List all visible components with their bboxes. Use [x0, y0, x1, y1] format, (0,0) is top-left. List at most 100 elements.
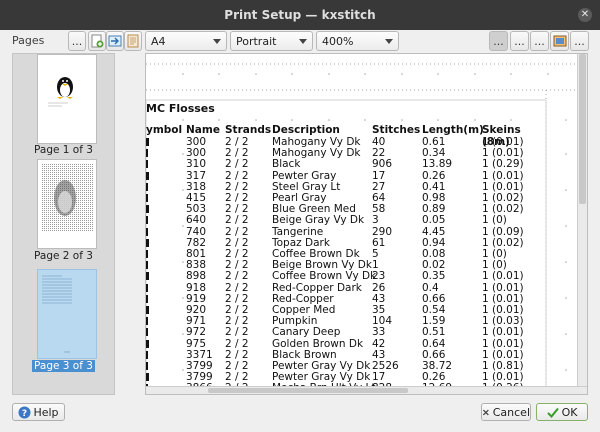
- table-cell: 1 (0.02): [482, 203, 524, 216]
- cancel-label: Cancel: [492, 405, 530, 419]
- table-cell: 1 (0): [482, 259, 507, 272]
- cancel-button[interactable]: Cancel: [481, 403, 531, 421]
- add-page-button[interactable]: [88, 31, 106, 51]
- horizontal-scrollbar[interactable]: [146, 386, 587, 394]
- table-cell: 0.66: [422, 348, 446, 361]
- table-cell: 1 (0.01): [482, 371, 524, 384]
- element-options-button-2[interactable]: ...: [530, 31, 549, 51]
- symbol-glyph: [146, 216, 148, 225]
- vertical-scrollbar[interactable]: [577, 54, 587, 387]
- table-cell: 975: [186, 337, 207, 350]
- page-thumbnail-2[interactable]: [37, 159, 97, 249]
- symbol-glyph: [146, 205, 149, 214]
- table-cell: 1 (0.01): [482, 337, 524, 350]
- title-bar: Print Setup — kxstitch ✕: [0, 0, 600, 30]
- table-cell: 0.41: [422, 180, 446, 193]
- table-cell: 1 (0.29): [482, 158, 524, 171]
- zoom-select[interactable]: 400%: [316, 31, 399, 51]
- paper-size-select[interactable]: A4: [145, 31, 227, 51]
- col-header-length: Length(m): [422, 124, 484, 136]
- table-cell: 61: [372, 236, 386, 249]
- table-cell: 5: [372, 248, 379, 260]
- table-cell: 1 (0.01): [482, 147, 524, 160]
- table-cell: 1 (0): [482, 248, 507, 260]
- col-header-description: Description: [272, 124, 340, 136]
- table-cell: 1 (0.01): [482, 326, 524, 339]
- col-header-symbol: ymbol: [146, 124, 183, 136]
- close-window-button[interactable]: ✕: [578, 8, 592, 22]
- table-cell: 2 / 2: [225, 259, 249, 272]
- help-icon: ?: [18, 406, 31, 419]
- symbol-glyph: [146, 149, 148, 158]
- page-options-button[interactable]: ...: [68, 31, 86, 51]
- table-cell: 0.26: [422, 371, 446, 384]
- insert-image-button[interactable]: [550, 31, 569, 51]
- table-cell: 2 / 2: [225, 315, 249, 328]
- symbol-glyph: [146, 350, 148, 359]
- page-properties-button[interactable]: [124, 31, 142, 51]
- insert-page-button[interactable]: [106, 31, 124, 51]
- symbol-glyph: [146, 171, 149, 180]
- table-cell: Coffee Brown Vy Dk: [272, 270, 377, 283]
- chevron-down-icon: [213, 39, 221, 44]
- symbol-glyph: [146, 328, 148, 337]
- symbol-glyph: [146, 373, 149, 382]
- page-label-3-text: Page 3 of 3: [32, 360, 95, 372]
- table-cell: Red-Copper: [272, 292, 334, 305]
- table-cell: Pewter Gray Vy Dk: [272, 360, 371, 372]
- symbol-glyph: [146, 339, 149, 348]
- horizontal-scroll-thumb[interactable]: [208, 388, 408, 393]
- checkmark-icon: [546, 407, 559, 418]
- table-cell: 1 (0.02): [482, 236, 524, 249]
- table-cell: 2 / 2: [225, 348, 249, 361]
- page-thumbnail-3[interactable]: [37, 269, 97, 359]
- element-options-button-1[interactable]: ...: [510, 31, 529, 51]
- table-cell: Topaz Dark: [272, 236, 330, 249]
- table-cell: 35: [372, 304, 386, 316]
- table-cell: 2 / 2: [225, 248, 249, 260]
- table-cell: 3: [372, 214, 379, 227]
- image-icon: [553, 35, 566, 47]
- element-options-button-3[interactable]: ...: [570, 31, 589, 51]
- table-cell: 0.66: [422, 292, 446, 305]
- symbol-glyph: [146, 283, 148, 292]
- table-cell: 1 (0.01): [482, 180, 524, 193]
- help-button[interactable]: ? Help: [12, 403, 65, 421]
- symbol-glyph: [146, 294, 148, 303]
- table-cell: 1 (0.01): [482, 136, 524, 148]
- symbol-glyph: [146, 160, 148, 169]
- orientation-select[interactable]: Portrait: [230, 31, 313, 51]
- table-cell: 2 / 2: [225, 147, 249, 160]
- table-cell: 972: [186, 326, 207, 339]
- table-cell: 503: [186, 203, 207, 216]
- table-cell: 0.02: [422, 259, 446, 272]
- table-cell: 22: [372, 147, 386, 160]
- table-cell: Mahogany Vy Dk: [272, 147, 361, 160]
- cancel-icon: [482, 409, 489, 415]
- svg-text:?: ?: [22, 409, 27, 419]
- table-cell: 1 (0.01): [482, 304, 524, 316]
- table-cell: 23: [372, 270, 386, 283]
- table-cell: 2 / 2: [225, 136, 249, 148]
- ok-button[interactable]: OK: [536, 403, 588, 421]
- page-label-2: Page 2 of 3: [34, 250, 93, 262]
- table-cell: 2 / 2: [225, 158, 249, 171]
- table-cell: 1 (0.09): [482, 225, 524, 238]
- table-cell: 740: [186, 225, 207, 238]
- table-cell: 13.89: [422, 158, 453, 171]
- vertical-scroll-thumb[interactable]: [579, 54, 586, 204]
- symbol-glyph: [146, 272, 149, 281]
- table-cell: 38.72: [422, 360, 453, 372]
- page-thumbnail-1[interactable]: [37, 54, 97, 144]
- select-element-button[interactable]: ...: [489, 31, 508, 51]
- table-cell: 1 (0.02): [482, 192, 524, 204]
- table-cell: 2 / 2: [225, 236, 249, 249]
- table-cell: 26: [372, 281, 386, 294]
- symbol-glyph: [146, 261, 148, 270]
- table-cell: 1 (0.81): [482, 360, 524, 372]
- page-preview[interactable]: MC Flosses ymbol Name Strands Descriptio…: [145, 53, 588, 395]
- table-cell: Black Brown: [272, 348, 337, 361]
- table-cell: 1: [372, 259, 379, 272]
- table-cell: 1 (0): [482, 214, 507, 227]
- table-cell: 3799: [186, 371, 213, 384]
